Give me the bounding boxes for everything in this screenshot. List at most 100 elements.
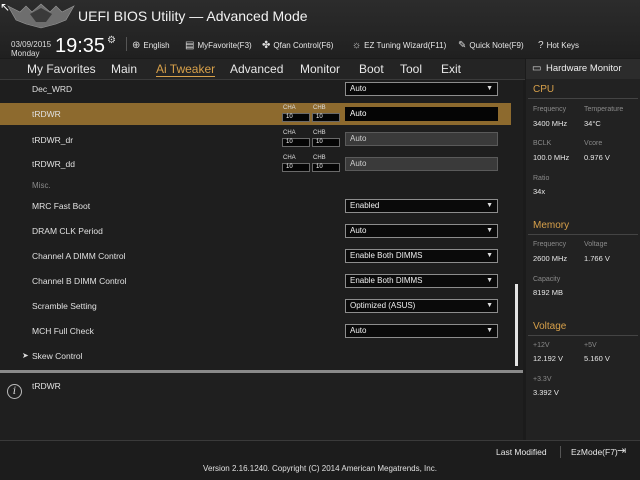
memory-voltage-value: 1.766 V — [584, 254, 610, 263]
capacity-label: Capacity — [533, 276, 561, 283]
voltage-heading: Voltage — [533, 321, 567, 332]
chb-label: CHB — [313, 105, 326, 111]
dec-wrd-dropdown[interactable]: Auto ▼ — [345, 82, 498, 96]
tab-ai-tweaker[interactable]: Ai Tweaker — [156, 62, 216, 77]
ratio-label: Ratio — [533, 175, 550, 182]
setting-label: tRDWR_dr — [32, 135, 74, 145]
chevron-down-icon: ▼ — [486, 202, 493, 209]
quick-note-label: Quick Note(F9) — [469, 41, 524, 50]
bclk-label: BCLK — [533, 140, 552, 147]
scramble-setting-dropdown[interactable]: Optimized (ASUS) ▼ — [345, 299, 498, 313]
mch-full-check-dropdown[interactable]: Auto ▼ — [345, 324, 498, 338]
tab-advanced[interactable]: Advanced — [230, 62, 283, 76]
chevron-down-icon: ▼ — [486, 302, 493, 309]
section-divider — [528, 234, 638, 235]
fan-icon: ✤ — [262, 40, 271, 51]
qfan-button[interactable]: ✤ Qfan Control(F6) — [262, 40, 333, 51]
clock-settings-icon[interactable]: ⚙ — [107, 35, 116, 46]
chb-label: CHB — [313, 155, 326, 161]
day-text: Monday — [11, 49, 40, 58]
last-modified-button[interactable]: Last Modified — [496, 447, 547, 457]
chevron-down-icon: ▼ — [486, 227, 493, 234]
myfavorite-button[interactable]: ▤ MyFavorite(F3) — [185, 40, 252, 51]
footer-bar — [0, 440, 640, 480]
tab-monitor[interactable]: Monitor — [300, 62, 340, 76]
cpu-frequency-value: 3400 MHz — [533, 119, 568, 128]
date-text: 03/09/2015 — [11, 40, 52, 49]
chb-value: 10 — [312, 163, 340, 172]
cha-label: CHA — [283, 130, 296, 136]
setting-label[interactable]: tRDWR — [32, 109, 61, 119]
dropdown-value: Optimized (ASUS) — [350, 301, 416, 310]
ezmode-button[interactable]: EzMode(F7) — [571, 447, 618, 457]
dram-clk-period-dropdown[interactable]: Auto ▼ — [345, 224, 498, 238]
tab-main[interactable]: Main — [111, 62, 137, 76]
date-display: 03/09/2015 Monday — [11, 40, 51, 58]
v5-label: +5V — [584, 342, 597, 349]
skew-control-submenu[interactable]: Skew Control — [32, 351, 83, 361]
mrc-fast-boot-dropdown[interactable]: Enabled ▼ — [345, 199, 498, 213]
trdwr-dr-input[interactable]: Auto — [345, 132, 498, 146]
tuf-logo — [7, 3, 75, 29]
ez-tuning-button[interactable]: ☼ EZ Tuning Wizard(F11) — [352, 40, 446, 51]
exit-arrow-icon[interactable]: ⇥ — [617, 444, 626, 457]
v33-value: 3.392 V — [533, 388, 559, 397]
setting-label: MRC Fast Boot — [32, 201, 91, 211]
setting-label: Channel B DIMM Control — [32, 276, 127, 286]
setting-label: Channel A DIMM Control — [32, 251, 126, 261]
language-label: English — [143, 41, 170, 50]
tab-boot[interactable]: Boot — [359, 62, 384, 76]
chevron-down-icon: ▼ — [486, 277, 493, 284]
hot-keys-button[interactable]: ? Hot Keys — [538, 40, 579, 51]
favorite-icon: ▤ — [185, 40, 195, 51]
header-divider — [126, 37, 127, 51]
setting-label: MCH Full Check — [32, 326, 94, 336]
capacity-value: 8192 MB — [533, 288, 564, 297]
scrollbar-thumb[interactable] — [515, 284, 518, 366]
quick-note-button[interactable]: ✎ Quick Note(F9) — [458, 40, 524, 51]
memory-frequency-label: Frequency — [533, 241, 567, 248]
cha-value: 10 — [282, 163, 310, 172]
setting-label: Scramble Setting — [32, 301, 97, 311]
section-divider — [528, 98, 638, 99]
dropdown-value: Enable Both DIMMS — [350, 251, 423, 260]
app-title: UEFI BIOS Utility — Advanced Mode — [78, 8, 308, 24]
tab-my-favorites[interactable]: My Favorites — [27, 62, 96, 76]
chevron-down-icon: ▼ — [486, 85, 493, 92]
language-button[interactable]: ⊕ English — [132, 40, 170, 51]
trdwr-dd-input[interactable]: Auto — [345, 157, 498, 171]
tab-tool[interactable]: Tool — [400, 62, 422, 76]
v12-label: +12V — [533, 342, 550, 349]
trdwr-input[interactable]: Auto — [345, 107, 498, 121]
monitor-icon: ▭ — [532, 63, 542, 74]
dropdown-value: Auto — [350, 84, 367, 93]
vcore-value: 0.976 V — [584, 153, 610, 162]
memory-frequency-value: 2600 MHz — [533, 254, 568, 263]
myfavorite-label: MyFavorite(F3) — [197, 41, 252, 50]
v12-value: 12.192 V — [533, 354, 564, 363]
chb-value: 10 — [312, 113, 340, 122]
info-icon: i — [7, 384, 22, 399]
help-text: tRDWR — [32, 381, 61, 391]
setting-label: tRDWR_dd — [32, 159, 75, 169]
qfan-label: Qfan Control(F6) — [273, 41, 334, 50]
tab-exit[interactable]: Exit — [441, 62, 461, 76]
ratio-value: 34x — [533, 187, 546, 196]
vcore-label: Vcore — [584, 140, 603, 147]
note-icon: ✎ — [458, 40, 467, 51]
cha-label: CHA — [283, 105, 296, 111]
cha-label: CHA — [283, 155, 296, 161]
chevron-right-icon: ➤ — [22, 351, 29, 360]
cha-value: 10 — [282, 138, 310, 147]
channel-b-dimm-dropdown[interactable]: Enable Both DIMMS ▼ — [345, 274, 498, 288]
lightbulb-icon: ☼ — [352, 40, 362, 51]
ez-tuning-label: EZ Tuning Wizard(F11) — [364, 41, 447, 50]
v33-label: +3.3V — [533, 376, 552, 383]
dropdown-value: Auto — [350, 226, 367, 235]
cpu-temperature-value: 34°C — [584, 119, 601, 128]
channel-a-dimm-dropdown[interactable]: Enable Both DIMMS ▼ — [345, 249, 498, 263]
version-text: Version 2.16.1240. Copyright (C) 2014 Am… — [203, 464, 437, 473]
memory-heading: Memory — [533, 220, 570, 231]
dropdown-value: Enabled — [350, 201, 380, 210]
clock-time: 19:35 — [55, 35, 106, 57]
